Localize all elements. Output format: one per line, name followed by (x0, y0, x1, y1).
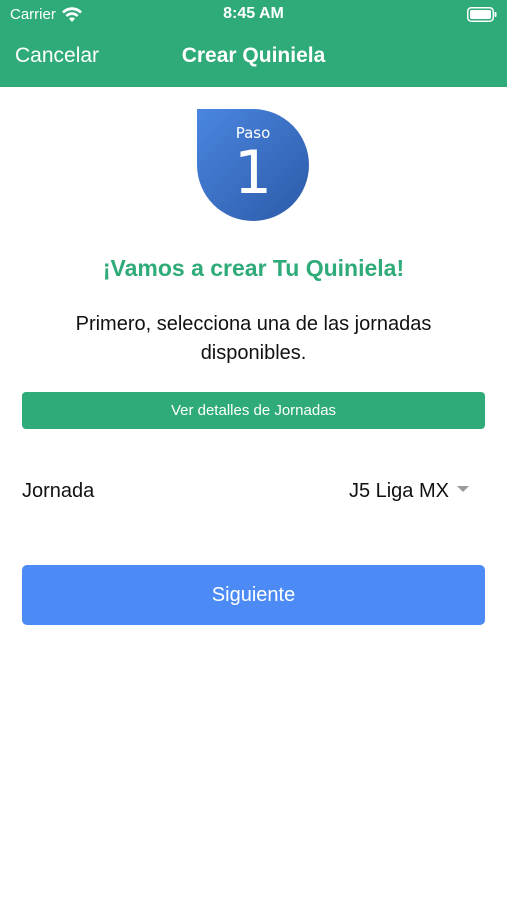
next-button[interactable]: Siguiente (22, 565, 485, 625)
jornada-label: Jornada (22, 480, 95, 502)
header-bar: Carrier 8:45 AM Cancelar Crear Quiniela (0, 0, 507, 87)
chevron-down-icon (457, 485, 469, 492)
page-title: Crear Quiniela (181, 44, 326, 67)
details-button-label: Ver detalles de Jornadas (170, 402, 337, 419)
headline: ¡Vamos a crear Tu Quiniela! (102, 255, 405, 281)
next-button-label: Siguiente (211, 583, 296, 606)
status-bar: Carrier 8:45 AM (0, 0, 507, 30)
step-number: 1 (233, 138, 273, 208)
status-time: 8:45 AM (223, 5, 284, 22)
screen: Carrier 8:45 AM Cancelar Crear Quiniela (0, 0, 507, 900)
jornada-selected-value: J5 Liga MX (348, 480, 449, 502)
battery-icon (467, 7, 497, 22)
instruction-text: Primero, selecciona una de las jornadas … (75, 313, 432, 364)
jornada-select[interactable]: J5 Liga MX (349, 480, 469, 503)
view-jornadas-details-button[interactable]: Ver detalles de Jornadas (22, 392, 485, 429)
